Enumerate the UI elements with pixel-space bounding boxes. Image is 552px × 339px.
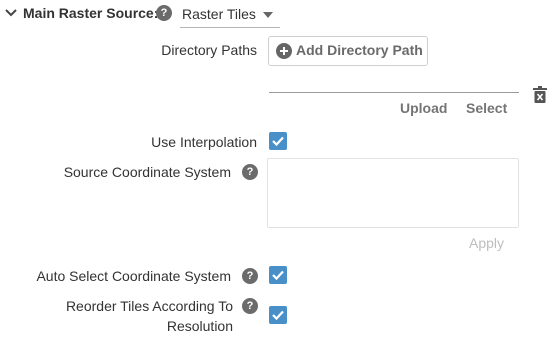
help-icon[interactable]: ?	[242, 298, 258, 314]
check-icon	[272, 136, 284, 147]
delete-icon	[533, 86, 547, 103]
add-directory-path-button[interactable]: Add Directory Path	[268, 36, 428, 66]
plus-circle-icon	[276, 43, 292, 59]
use-interpolation-checkbox[interactable]	[269, 132, 287, 150]
auto-select-crs-label: Auto Select Coordinate System	[36, 268, 231, 284]
raster-source-select-value: Raster Tiles	[182, 6, 256, 22]
file-path-input[interactable]	[269, 80, 519, 93]
help-icon[interactable]: ?	[242, 164, 258, 180]
reorder-tiles-label-line1: Reorder Tiles According To	[65, 298, 233, 314]
caret-down-icon	[263, 12, 273, 18]
help-icon[interactable]: ?	[156, 5, 172, 21]
add-directory-path-label: Add Directory Path	[296, 42, 423, 58]
collapse-toggle[interactable]	[4, 6, 20, 22]
reorder-tiles-checkbox[interactable]	[269, 306, 287, 324]
help-icon[interactable]: ?	[242, 268, 258, 284]
check-icon	[272, 270, 284, 281]
apply-button[interactable]: Apply	[469, 235, 504, 251]
select-button[interactable]: Select	[466, 100, 507, 116]
auto-select-crs-checkbox[interactable]	[269, 266, 287, 284]
chevron-down-icon	[5, 9, 17, 17]
check-icon	[272, 310, 284, 321]
raster-source-select[interactable]: Raster Tiles	[180, 0, 280, 28]
reorder-tiles-label-line2: Resolution	[166, 318, 233, 334]
directory-paths-label: Directory Paths	[161, 42, 257, 58]
source-crs-label: Source Coordinate System	[63, 164, 231, 180]
use-interpolation-label: Use Interpolation	[151, 134, 257, 150]
source-crs-textarea[interactable]	[267, 158, 519, 228]
section-title: Main Raster Source:	[23, 5, 159, 21]
delete-button[interactable]	[532, 86, 548, 104]
upload-button[interactable]: Upload	[400, 100, 447, 116]
